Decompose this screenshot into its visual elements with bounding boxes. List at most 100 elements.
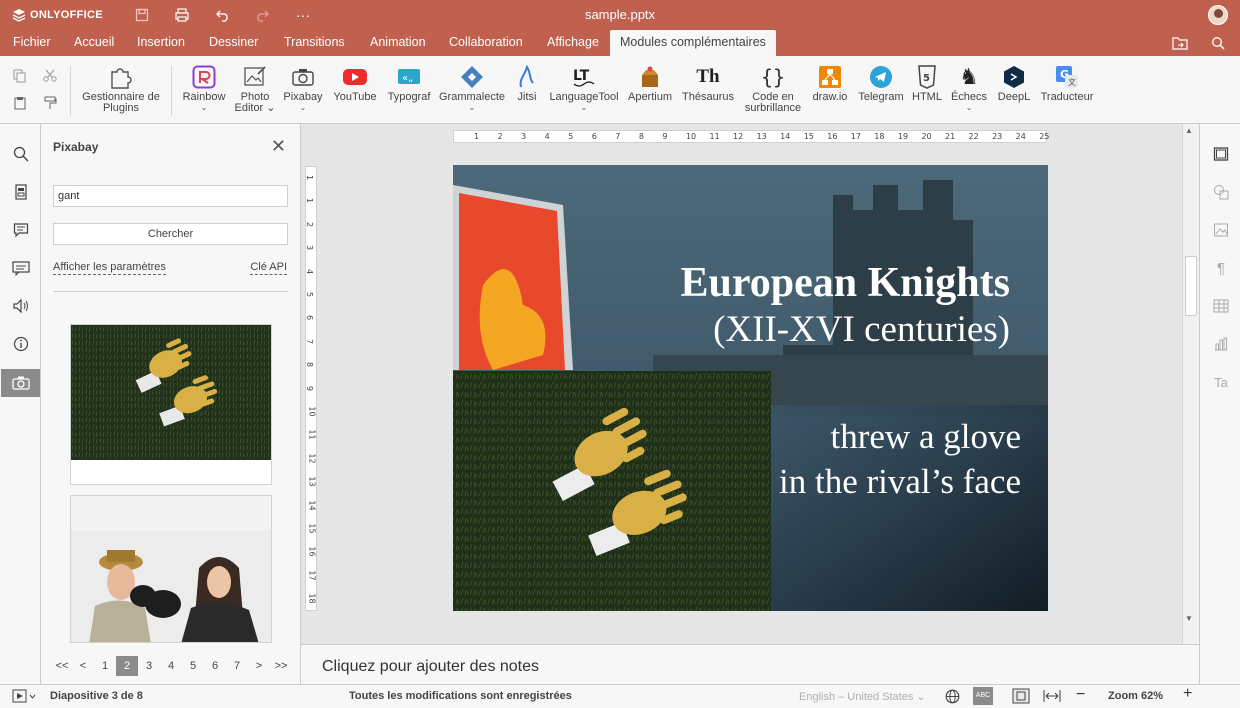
page-next[interactable]: > bbox=[248, 656, 270, 676]
page-4[interactable]: 4 bbox=[160, 656, 182, 676]
slide-canvas-area: 1 2 3 4 5 6 7 8 9 10 11 12 13 14 15 16 17 18 19 20 21 22 23 24 2… bbox=[301, 124, 1199, 644]
slide-title[interactable]: European Knights bbox=[681, 259, 1011, 307]
title-bar: ONLYOFFICE ··· sample.pptx bbox=[0, 0, 1240, 30]
user-avatar[interactable] bbox=[1208, 5, 1228, 25]
language-selector[interactable]: English – United States ⌄ bbox=[799, 690, 926, 703]
slide-text-line-1[interactable]: threw a glove bbox=[831, 417, 1021, 457]
zoom-level[interactable]: Zoom 62% bbox=[1108, 690, 1163, 702]
ruler-h-number: 6 bbox=[591, 132, 597, 141]
thesaurus-button[interactable]: Th Thésaurus bbox=[680, 64, 736, 124]
telegram-button[interactable]: Telegram bbox=[856, 64, 906, 124]
translator-button[interactable]: G文 Traducteur bbox=[1038, 64, 1096, 124]
slides-thumbnails-icon[interactable] bbox=[10, 181, 32, 203]
thesaurus-label: Thésaurus bbox=[682, 91, 734, 103]
tab-draw[interactable]: Dessiner bbox=[199, 30, 268, 56]
image-settings-icon[interactable] bbox=[1210, 219, 1232, 241]
vertical-scrollbar[interactable]: ▲ ▼ bbox=[1182, 124, 1199, 644]
fit-width-icon[interactable] bbox=[1043, 689, 1061, 706]
chess-button[interactable]: ♞ Échecs ⌄ bbox=[948, 64, 990, 124]
drawio-button[interactable]: draw.io bbox=[810, 64, 850, 124]
slide[interactable]: European Knights (XII-XVI centuries) thr… bbox=[453, 165, 1048, 611]
html-button[interactable]: 5 HTML bbox=[910, 64, 944, 124]
drawio-label: draw.io bbox=[812, 91, 848, 103]
globe-icon[interactable] bbox=[945, 689, 960, 707]
image-result-boxing[interactable] bbox=[70, 495, 272, 643]
chat-icon[interactable] bbox=[10, 257, 32, 279]
search-icon[interactable] bbox=[10, 143, 32, 165]
copy-icon[interactable] bbox=[12, 68, 28, 84]
slide-text-line-2[interactable]: in the rival’s face bbox=[741, 462, 1021, 502]
page-2[interactable]: 2 bbox=[116, 656, 138, 676]
search-icon[interactable] bbox=[1208, 33, 1228, 53]
format-painter-icon[interactable] bbox=[42, 95, 58, 111]
text-art-settings-icon[interactable]: Ta bbox=[1210, 371, 1232, 393]
page-7[interactable]: 7 bbox=[226, 656, 248, 676]
camera-icon[interactable] bbox=[10, 372, 32, 394]
youtube-button[interactable]: YouTube bbox=[330, 64, 380, 124]
ruler-h-number: 4 bbox=[544, 132, 550, 141]
paragraph-settings-icon[interactable]: ¶ bbox=[1210, 257, 1232, 279]
tab-animation[interactable]: Animation bbox=[360, 30, 436, 56]
search-button[interactable]: Chercher bbox=[53, 223, 288, 245]
tab-view[interactable]: Affichage bbox=[537, 30, 609, 56]
ruler-h-number: 22 bbox=[968, 132, 979, 141]
tab-collaboration[interactable]: Collaboration bbox=[439, 30, 533, 56]
notes-area[interactable]: Cliquez pour ajouter des notes bbox=[301, 644, 1199, 684]
speaker-icon[interactable] bbox=[10, 295, 32, 317]
image-result-gloves[interactable] bbox=[70, 324, 272, 485]
pixabay-button[interactable]: Pixabay ⌄ bbox=[281, 64, 325, 124]
page-1[interactable]: 1 bbox=[94, 656, 116, 676]
open-location-icon[interactable] bbox=[1170, 33, 1190, 53]
zoom-in-icon[interactable]: + bbox=[1183, 685, 1192, 703]
ruler-h-number: 11 bbox=[709, 132, 720, 141]
tab-transitions[interactable]: Transitions bbox=[274, 30, 355, 56]
start-slideshow-icon[interactable] bbox=[12, 689, 36, 706]
page-5[interactable]: 5 bbox=[182, 656, 204, 676]
close-icon[interactable]: ✕ bbox=[271, 136, 286, 157]
paste-icon[interactable] bbox=[12, 95, 28, 111]
cut-icon[interactable] bbox=[42, 68, 58, 84]
grammalecte-button[interactable]: Grammalecte ⌄ bbox=[438, 64, 506, 124]
apertium-button[interactable]: Apertium bbox=[626, 64, 674, 124]
ruler-h-number: 20 bbox=[921, 132, 932, 141]
page-3[interactable]: 3 bbox=[138, 656, 160, 676]
typograf-button[interactable]: «„ Typograf bbox=[385, 64, 433, 124]
chart-settings-icon[interactable] bbox=[1210, 333, 1232, 355]
spellcheck-icon[interactable]: ABC bbox=[973, 687, 993, 705]
puzzle-icon bbox=[80, 64, 162, 90]
photo-editor-button[interactable]: Photo Editor ⌄ bbox=[232, 64, 278, 124]
scroll-thumb[interactable] bbox=[1185, 256, 1197, 316]
drawio-icon bbox=[810, 64, 850, 90]
zoom-out-icon[interactable]: − bbox=[1076, 686, 1085, 704]
telegram-label: Telegram bbox=[858, 91, 904, 103]
ruler-h-number: 17 bbox=[850, 132, 861, 141]
page-last[interactable]: >> bbox=[270, 656, 292, 676]
slide-counter[interactable]: Diapositive 3 de 8 bbox=[50, 690, 143, 702]
table-settings-icon[interactable] bbox=[1210, 295, 1232, 317]
rainbow-button[interactable]: Rainbow ⌄ bbox=[180, 64, 228, 124]
tab-file[interactable]: Fichier bbox=[3, 30, 61, 56]
tab-plugins[interactable]: Modules complémentaires bbox=[610, 30, 776, 56]
page-first[interactable]: << bbox=[51, 656, 73, 676]
page-prev[interactable]: < bbox=[72, 656, 94, 676]
show-settings-link[interactable]: Afficher les paramètres bbox=[53, 261, 166, 275]
tab-insert[interactable]: Insertion bbox=[127, 30, 195, 56]
info-icon[interactable] bbox=[10, 333, 32, 355]
languagetool-button[interactable]: LT LanguageTool ⌄ bbox=[548, 64, 620, 124]
jitsi-button[interactable]: Jitsi bbox=[513, 64, 541, 124]
comments-icon[interactable] bbox=[10, 219, 32, 241]
slide-subtitle[interactable]: (XII-XVI centuries) bbox=[713, 308, 1010, 351]
plugin-manager-button[interactable]: Gestionnaire de Plugins bbox=[80, 64, 162, 124]
slide-settings-icon[interactable] bbox=[1210, 143, 1232, 165]
fit-slide-icon[interactable] bbox=[1012, 688, 1030, 707]
notes-placeholder[interactable]: Cliquez pour ajouter des notes bbox=[322, 658, 539, 676]
shape-settings-icon[interactable] bbox=[1210, 181, 1232, 203]
search-input[interactable]: gant bbox=[53, 185, 288, 207]
photo-editor-icon bbox=[232, 64, 278, 90]
gloves-slide-image[interactable] bbox=[453, 371, 771, 611]
code-highlight-button[interactable]: {} Code en surbrillance bbox=[742, 64, 804, 124]
page-6[interactable]: 6 bbox=[204, 656, 226, 676]
tab-home[interactable]: Accueil bbox=[64, 30, 124, 56]
deepl-button[interactable]: DeepL bbox=[996, 64, 1032, 124]
api-key-link[interactable]: Clé API bbox=[250, 261, 287, 275]
